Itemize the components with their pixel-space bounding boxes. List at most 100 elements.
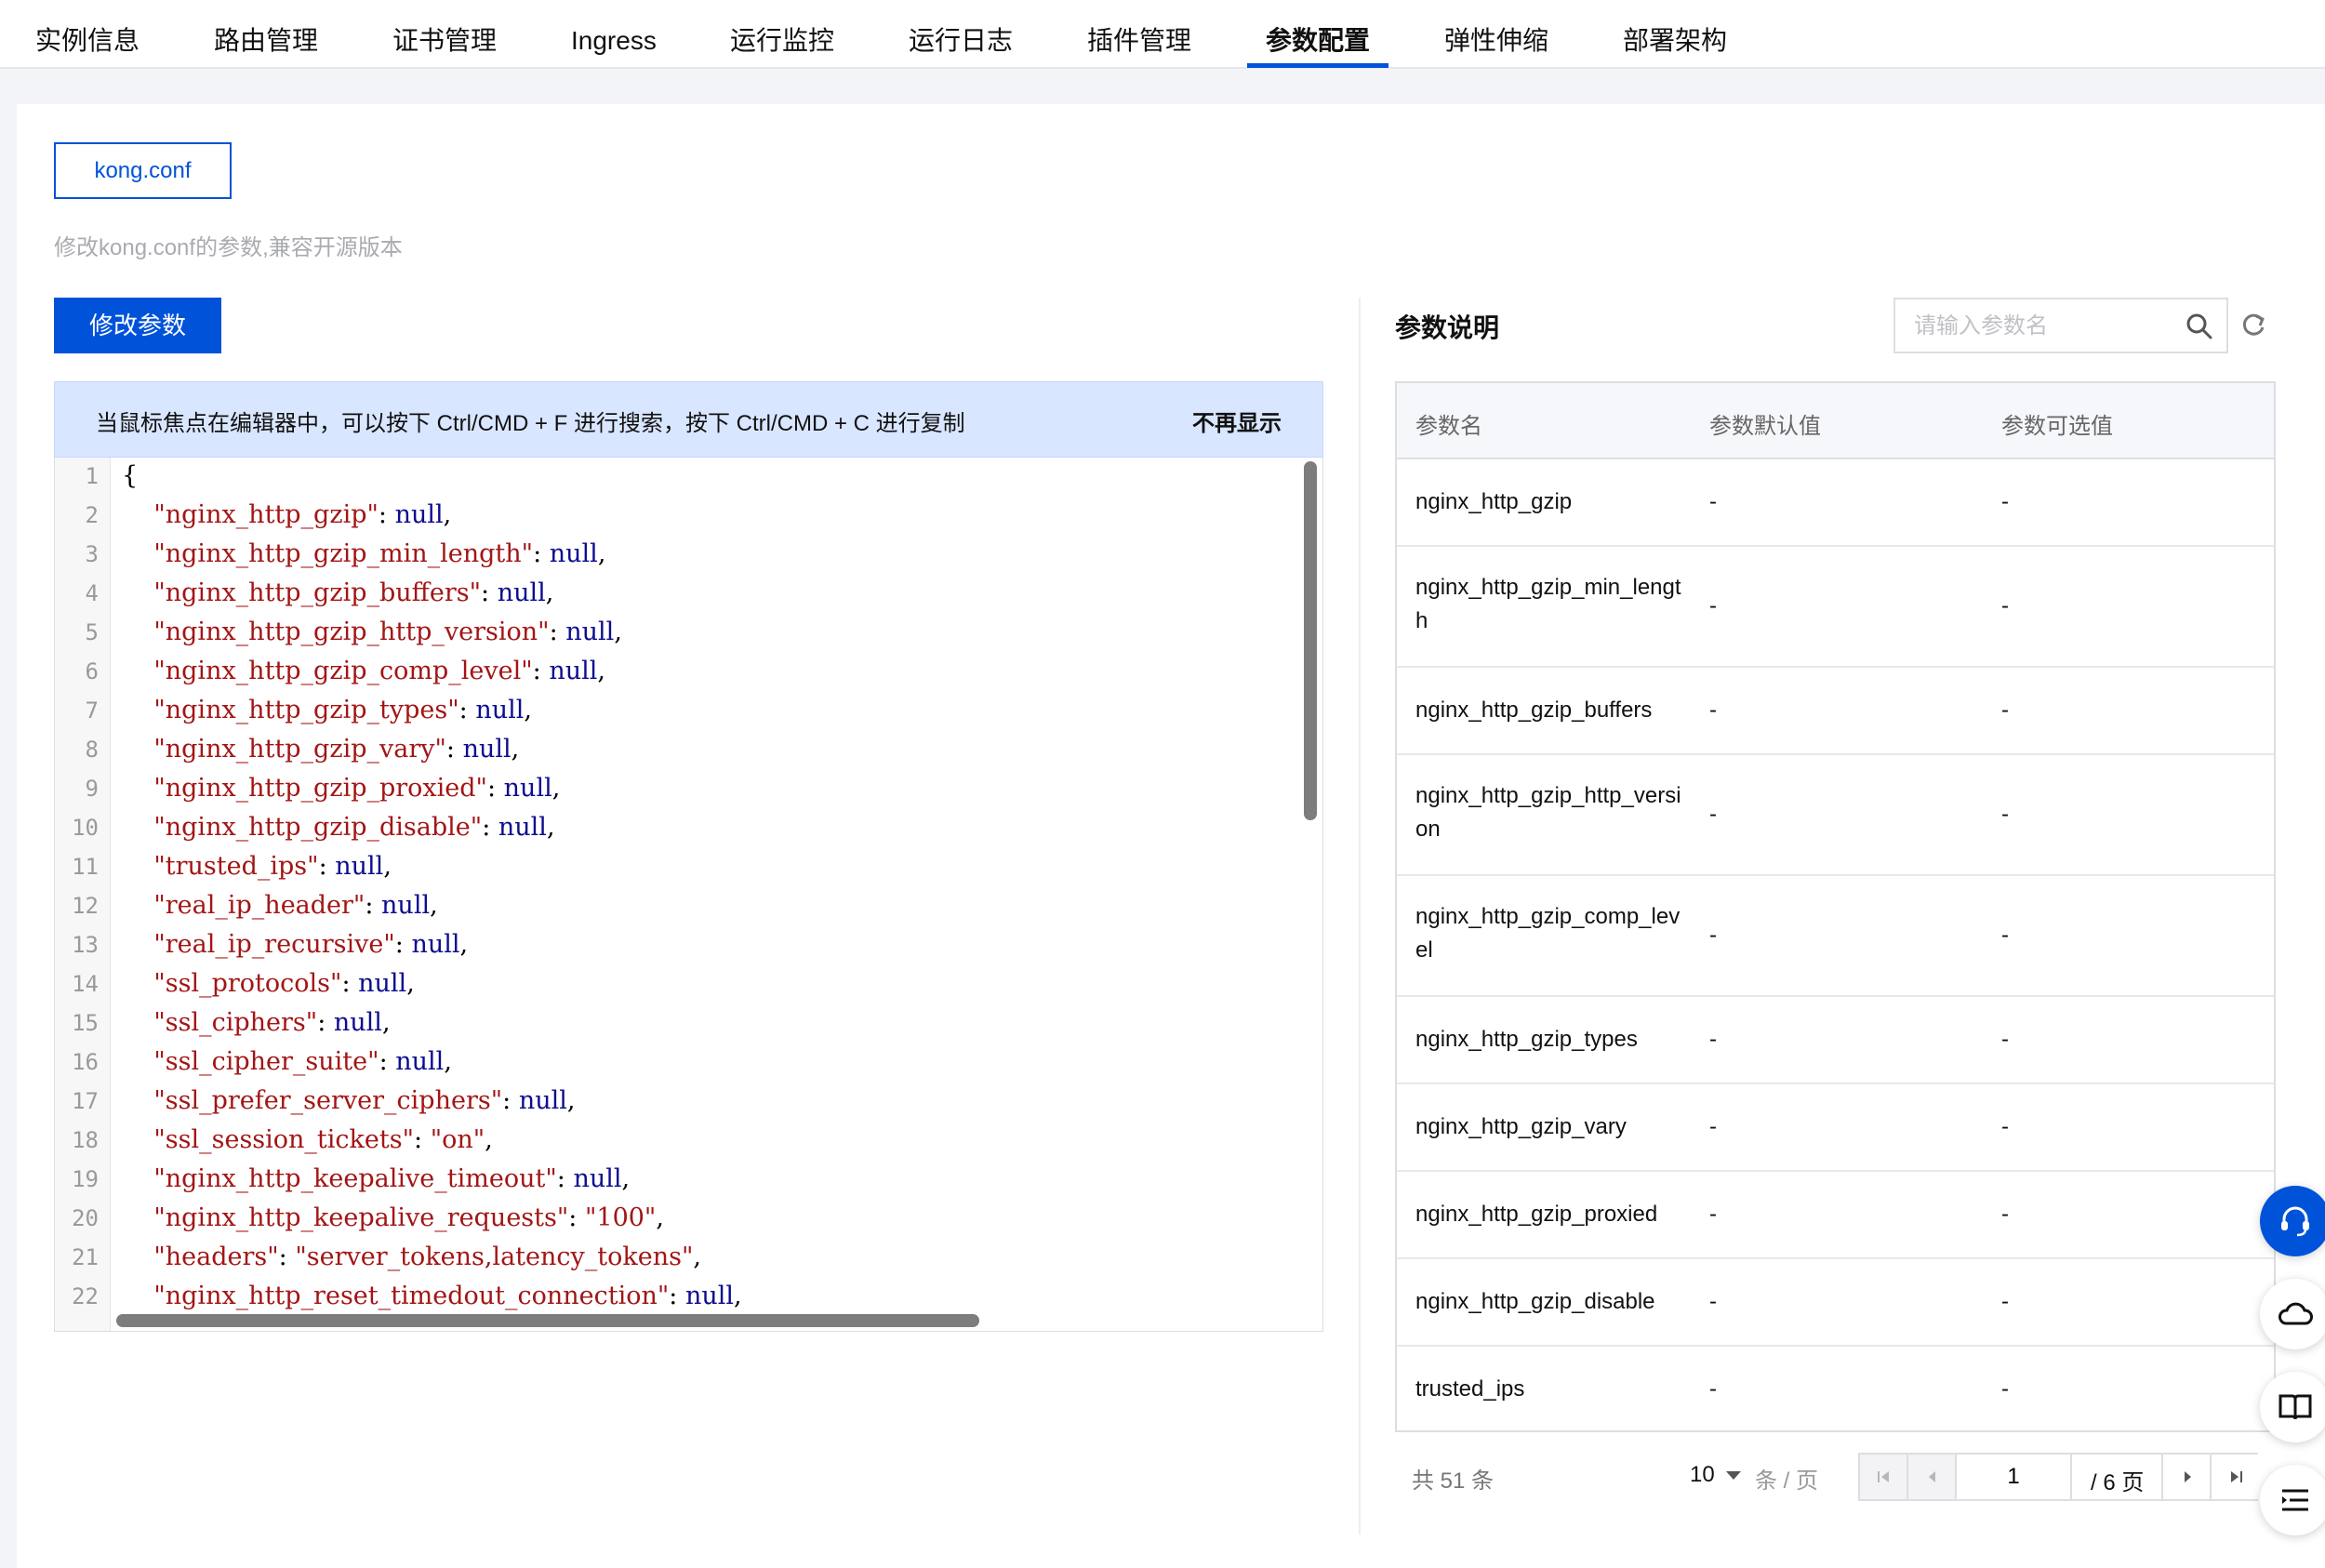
column-header-name: 参数名 — [1415, 414, 1482, 439]
table-row: nginx_http_gzip_http_version - - — [1397, 755, 2274, 876]
code-line: "nginx_http_gzip_comp_level": null, — [153, 657, 605, 685]
line-number: 5 — [85, 619, 99, 645]
dismiss-hint-link[interactable]: 不再显示 — [1192, 405, 1282, 437]
code-line: "nginx_http_keepalive_requests": "100", — [153, 1203, 664, 1232]
json-key: "ssl_ciphers" — [153, 1008, 318, 1037]
param-default-cell: - — [1709, 923, 1717, 948]
search-icon[interactable] — [2186, 312, 2213, 340]
json-key: "real_ip_header" — [153, 891, 365, 920]
menu-button[interactable] — [2260, 1465, 2325, 1535]
json-key: "nginx_http_gzip_types" — [153, 696, 459, 724]
tab-deployment-architecture[interactable]: 部署架构 — [1623, 20, 1727, 61]
top-tab-bar: 实例信息 路由管理 证书管理 Ingress 运行监控 运行日志 插件管理 参数… — [0, 0, 2325, 69]
prev-page-button[interactable] — [1908, 1455, 1957, 1499]
last-page-button[interactable] — [2210, 1455, 2258, 1499]
horizontal-scrollbar[interactable] — [116, 1314, 979, 1327]
param-table-header: 参数名 参数默认值 参数可选值 — [1397, 383, 2274, 459]
cloud-button[interactable] — [2260, 1279, 2325, 1349]
json-value: null — [335, 852, 384, 881]
json-value: null — [549, 539, 598, 568]
code-line: "ssl_cipher_suite": null, — [153, 1047, 452, 1076]
param-options-cell: - — [2001, 1376, 2009, 1402]
table-row: nginx_http_gzip_disable - - — [1397, 1259, 2274, 1347]
json-key: "nginx_http_gzip" — [153, 500, 379, 529]
param-options-cell: - — [2001, 802, 2009, 827]
json-value: null — [503, 774, 552, 803]
param-name-cell: nginx_http_gzip_disable — [1415, 1289, 1655, 1314]
refresh-icon[interactable] — [2239, 311, 2267, 339]
code-line: "ssl_session_tickets": "on", — [153, 1125, 493, 1154]
chevron-down-icon[interactable] — [1726, 1471, 1741, 1480]
vertical-scrollbar[interactable] — [1304, 461, 1317, 820]
line-number: 7 — [85, 698, 99, 724]
line-number: 6 — [85, 658, 99, 684]
support-button[interactable] — [2260, 1186, 2325, 1256]
tab-autoscaling[interactable]: 弹性伸缩 — [1444, 20, 1548, 61]
config-description: 修改kong.conf的参数,兼容开源版本 — [54, 235, 403, 260]
active-tab-indicator — [1247, 63, 1388, 68]
code-line: "real_ip_recursive": null, — [153, 930, 469, 959]
total-count: 共 51 条 — [1412, 1468, 1495, 1494]
line-number: 14 — [72, 971, 99, 997]
config-file-tab[interactable]: kong.conf — [54, 142, 232, 199]
json-key: "real_ip_recursive" — [153, 930, 395, 959]
json-key: "ssl_protocols" — [153, 969, 342, 998]
editor-hint-banner: 当鼠标焦点在编辑器中，可以按下 Ctrl/CMD + F 进行搜索，按下 Ctr… — [54, 381, 1323, 458]
code-editor[interactable]: 1 2 3 4 5 6 7 8 9 10 11 12 13 14 15 16 17 18 19 20 21 22 { "n… — [54, 458, 1323, 1332]
param-options-cell: - — [2001, 923, 2009, 948]
total-pages: / 6 页 — [2091, 1470, 2145, 1495]
param-name-cell: nginx_http_gzip — [1415, 489, 1573, 514]
param-default-cell: - — [1709, 1027, 1717, 1052]
param-options-cell: - — [2001, 1114, 2009, 1139]
line-number: 8 — [85, 737, 99, 763]
table-row: nginx_http_gzip_types - - — [1397, 997, 2274, 1084]
json-key: "ssl_cipher_suite" — [153, 1047, 379, 1076]
param-name-cell: nginx_http_gzip_comp_level — [1415, 904, 1681, 963]
json-value: null — [411, 930, 460, 959]
last-page-icon — [2231, 1471, 2242, 1482]
tab-parameter-config[interactable]: 参数配置 — [1266, 20, 1370, 61]
first-page-icon — [1878, 1471, 1889, 1482]
param-name-cell: nginx_http_gzip_proxied — [1415, 1202, 1658, 1227]
code-line: "nginx_http_gzip_types": null, — [153, 696, 532, 724]
tab-instance-info[interactable]: 实例信息 — [35, 20, 140, 61]
param-name-cell: nginx_http_gzip_min_length — [1415, 575, 1681, 633]
tab-logs[interactable]: 运行日志 — [909, 20, 1013, 61]
headset-icon — [2281, 1206, 2309, 1237]
json-key: "nginx_http_gzip_comp_level" — [153, 657, 533, 685]
first-page-button[interactable] — [1860, 1455, 1908, 1499]
cloud-icon — [2278, 1302, 2313, 1325]
code-line: "nginx_http_keepalive_timeout": null, — [153, 1164, 631, 1193]
line-number-gutter: 1 2 3 4 5 6 7 8 9 10 11 12 13 14 15 16 17 18 19 20 21 22 — [55, 458, 111, 1331]
json-key: "ssl_session_tickets" — [153, 1125, 415, 1154]
param-name-cell: nginx_http_gzip_buffers — [1415, 698, 1653, 723]
page-size-select[interactable]: 10 — [1690, 1462, 1715, 1488]
json-key: "headers" — [153, 1242, 279, 1271]
json-key: "nginx_http_gzip_buffers" — [153, 578, 482, 607]
param-search-input[interactable] — [1914, 311, 2174, 342]
tab-certificate-management[interactable]: 证书管理 — [392, 20, 497, 61]
tab-ingress[interactable]: Ingress — [571, 20, 657, 61]
table-row: trusted_ips - - — [1397, 1347, 2274, 1430]
tab-plugin-management[interactable]: 插件管理 — [1087, 20, 1191, 61]
param-options-cell: - — [2001, 698, 2009, 723]
json-value: null — [381, 891, 431, 920]
json-key: "nginx_http_gzip_http_version" — [153, 618, 550, 646]
page-number-input[interactable] — [1957, 1455, 2072, 1499]
next-page-button[interactable] — [2161, 1455, 2210, 1499]
tab-monitoring[interactable]: 运行监控 — [730, 20, 834, 61]
edit-params-button[interactable]: 修改参数 — [54, 298, 221, 353]
code-line: "ssl_prefer_server_ciphers": null, — [153, 1086, 576, 1115]
tab-route-management[interactable]: 路由管理 — [214, 20, 318, 61]
json-key: "nginx_http_reset_timedout_connection" — [153, 1282, 670, 1310]
json-value: null — [518, 1086, 567, 1115]
editor-hint-text: 当鼠标焦点在编辑器中，可以按下 Ctrl/CMD + F 进行搜索，按下 Ctr… — [96, 411, 965, 436]
code-line: "trusted_ips": null, — [153, 852, 392, 881]
param-default-cell: - — [1709, 1114, 1717, 1139]
line-number: 22 — [72, 1283, 99, 1309]
param-options-cell: - — [2001, 1289, 2009, 1314]
docs-button[interactable] — [2260, 1372, 2325, 1442]
json-value: null — [684, 1282, 735, 1310]
code-line: "nginx_http_gzip_vary": null, — [153, 735, 520, 764]
json-value: null — [394, 500, 444, 529]
